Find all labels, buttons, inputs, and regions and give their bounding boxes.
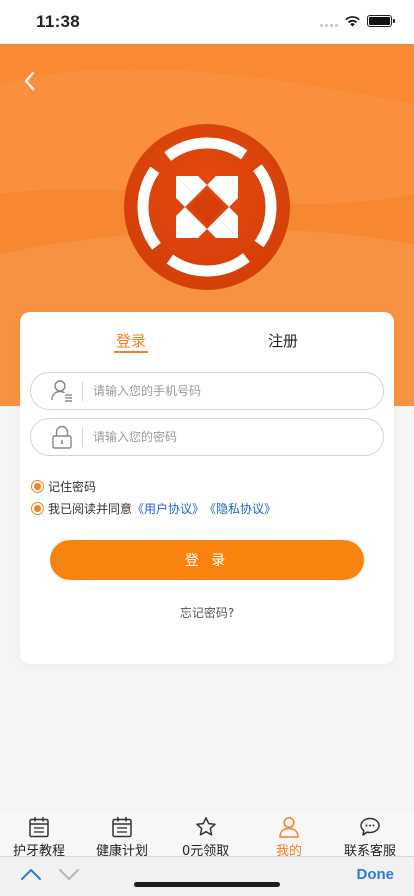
chevron-left-icon	[24, 71, 35, 91]
keyboard-accessory-bar: Done	[0, 856, 414, 896]
status-time: 11:38	[36, 12, 81, 31]
status-bar: 11:38	[0, 0, 414, 44]
calendar-icon	[29, 817, 49, 838]
phone-input[interactable]	[93, 379, 363, 403]
tab-login[interactable]: 登录	[116, 330, 146, 351]
password-field[interactable]	[30, 418, 384, 456]
user-agreement-link[interactable]: 《用户协议》	[132, 500, 204, 517]
calendar-icon	[112, 817, 132, 838]
remember-password-option[interactable]: 记住密码	[31, 478, 96, 495]
tab-active-indicator	[114, 351, 148, 353]
home-indicator	[134, 882, 280, 887]
battery-icon	[367, 15, 395, 27]
chevron-up-icon	[21, 869, 41, 880]
radio-checked-icon[interactable]	[31, 480, 44, 493]
login-button[interactable]: 登 录	[50, 540, 364, 580]
auth-tabs: 登录 注册	[20, 312, 394, 368]
tabbar-item-customer-service[interactable]: 联系客服	[344, 816, 396, 859]
back-button[interactable]	[14, 66, 44, 96]
field-divider	[82, 382, 83, 401]
tabbar-item-tutorial[interactable]: 护牙教程	[13, 816, 65, 859]
brand-logo	[124, 124, 290, 290]
cellular-signal-icon	[320, 16, 338, 27]
tabbar-item-mine[interactable]: 我的	[276, 816, 302, 859]
tab-register[interactable]: 注册	[268, 330, 298, 351]
bottom-tabbar: 护牙教程 健康计划 0元领取 我的 联系客服	[0, 812, 414, 859]
chat-bubble-icon	[360, 817, 380, 836]
remember-password-label: 记住密码	[48, 480, 97, 494]
done-button[interactable]: Done	[357, 866, 395, 883]
password-input[interactable]	[93, 425, 363, 449]
tabbar-item-health-plan[interactable]: 健康计划	[96, 816, 148, 859]
lock-icon	[52, 425, 72, 449]
agreement-label: 我已阅读并同意	[48, 502, 133, 516]
status-icons	[320, 15, 395, 27]
radio-checked-icon[interactable]	[31, 502, 44, 515]
phone-field[interactable]	[30, 372, 384, 410]
tabbar-item-free[interactable]: 0元领取	[182, 816, 229, 859]
previous-field-button[interactable]	[20, 866, 42, 886]
forgot-password-link[interactable]: 忘记密码?	[20, 604, 394, 621]
agreement-option[interactable]: 我已阅读并同意 《用户协议》 《隐私协议》	[31, 500, 276, 517]
login-card: 登录 注册 记住密码 我已阅读并同意 《用户协议》 《隐私协议》 登	[20, 312, 394, 664]
user-list-icon	[51, 380, 72, 402]
star-icon	[195, 817, 216, 836]
next-field-button[interactable]	[58, 866, 80, 886]
person-icon	[279, 816, 299, 838]
field-divider	[82, 428, 83, 447]
privacy-policy-link[interactable]: 《隐私协议》	[204, 500, 276, 517]
wifi-icon	[345, 16, 360, 27]
chevron-down-icon	[59, 869, 79, 880]
